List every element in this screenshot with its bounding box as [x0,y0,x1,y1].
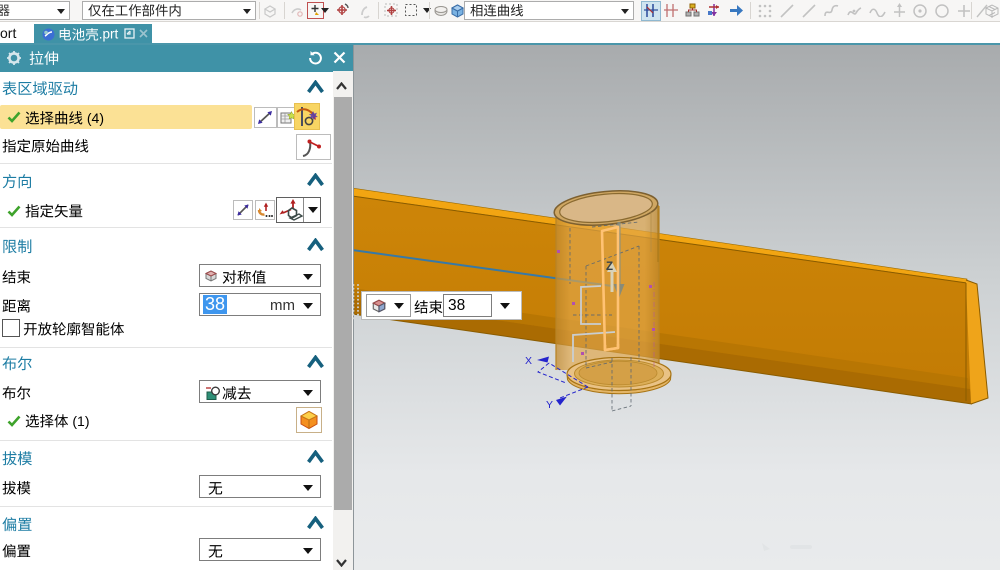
svg-text:X: X [525,355,532,367]
svg-text:Z: Z [606,261,613,273]
svg-text:Y: Y [546,399,553,411]
